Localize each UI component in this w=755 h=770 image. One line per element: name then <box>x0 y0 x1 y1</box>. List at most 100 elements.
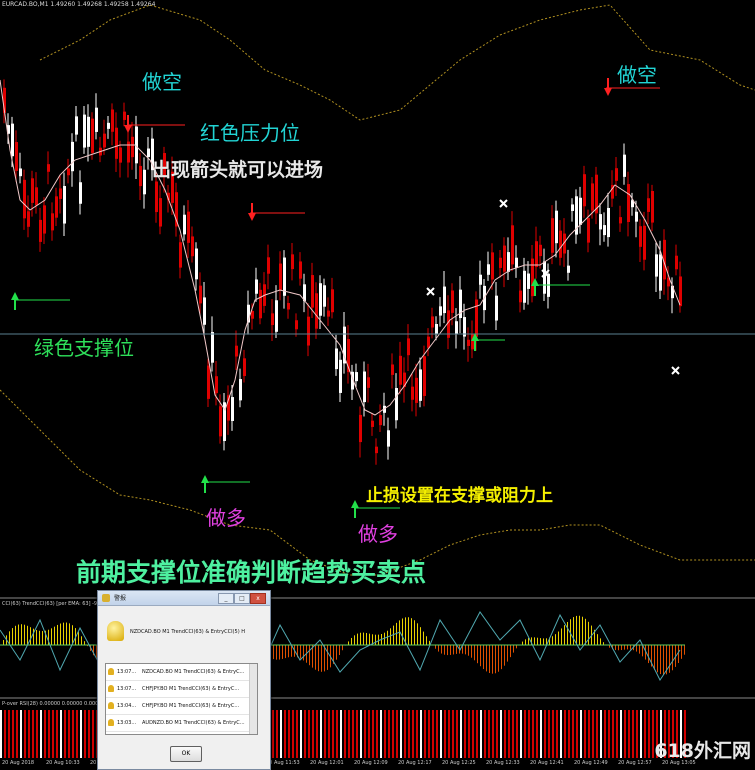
cci-bar <box>558 631 559 645</box>
candle <box>79 182 82 204</box>
candle <box>387 430 390 447</box>
cci-bar <box>84 641 85 645</box>
alert-dialog[interactable]: 警报 _ □ x NZDCAD.BO M1 TrendCCI(63) & Ent… <box>97 590 271 770</box>
cci-bar <box>315 645 316 670</box>
candle <box>619 217 622 224</box>
rsi-bar <box>92 710 94 758</box>
maximize-button[interactable]: □ <box>234 593 250 604</box>
x-axis-tick-label: 20 Aug 12:41 <box>530 760 564 766</box>
cci-bar <box>18 624 19 645</box>
candle <box>267 257 270 274</box>
rsi-bar <box>316 710 318 758</box>
candle <box>551 218 554 253</box>
rsi-bar <box>420 710 422 758</box>
rsi-bar <box>276 710 278 758</box>
cci-bar <box>501 645 502 670</box>
rsi-bar <box>472 710 474 758</box>
cci-bar <box>663 645 664 675</box>
rsi-bar <box>532 710 534 758</box>
cci-bar <box>555 634 556 645</box>
candle <box>199 285 202 304</box>
rsi-bar <box>272 710 274 758</box>
candle <box>659 254 662 291</box>
cci-bar <box>360 632 361 645</box>
rsi-bar <box>432 710 434 758</box>
candle <box>155 181 158 213</box>
cci-bar <box>81 636 82 645</box>
rsi-bar <box>424 710 426 758</box>
cci-bar <box>483 645 484 670</box>
rsi-bar <box>364 710 366 758</box>
cci-bar <box>441 645 442 654</box>
cci-bar <box>54 626 55 645</box>
cci-bar <box>522 641 523 645</box>
rsi-bar <box>32 710 34 758</box>
candle <box>287 303 290 310</box>
candle <box>239 379 242 401</box>
rsi-bar <box>304 710 306 758</box>
cci-bar <box>498 645 499 672</box>
rsi-bar <box>56 710 58 758</box>
list-item[interactable]: 13:07... NZDCAD.BO M1 TrendCCI(63) & Entr… <box>106 664 257 681</box>
close-button[interactable]: x <box>250 593 266 604</box>
bell-icon <box>108 702 114 709</box>
minimize-button[interactable]: _ <box>218 593 234 604</box>
cci-bar <box>684 645 685 655</box>
bell-icon <box>108 685 114 692</box>
cci-bar <box>348 641 349 645</box>
bell-icon <box>107 621 124 641</box>
cci-bar <box>567 621 568 645</box>
cci-bar <box>387 630 388 645</box>
cci-bar <box>51 628 52 645</box>
list-item[interactable]: 13:03... AUDNZD.BO M1 TrendCCI(63) & Entr… <box>106 715 257 732</box>
candle <box>451 290 454 313</box>
rsi-bar <box>568 710 570 758</box>
list-item[interactable]: 13:07... CHFJPY.BO M1 TrendCCI(63) & Entr… <box>106 681 257 698</box>
rsi-bar <box>524 710 526 758</box>
x-axis-tick-label: 20 Aug 2018 <box>2 760 35 766</box>
rsi-bar <box>344 710 346 758</box>
cci-bar <box>579 615 580 645</box>
cci-bar <box>627 645 628 650</box>
rsi-bar <box>572 710 574 758</box>
cci-bar <box>69 623 70 645</box>
rsi-bar <box>292 710 294 758</box>
bell-icon <box>108 668 114 675</box>
candle <box>651 191 654 223</box>
rsi-bar <box>312 710 314 758</box>
cci-bar <box>411 618 412 645</box>
list-item[interactable]: 13:04... CHFJPY.BO M1 TrendCCI(63) & Entr… <box>106 698 257 715</box>
rsi-bar <box>416 710 418 758</box>
candle <box>307 316 310 346</box>
candle <box>675 255 678 270</box>
x-axis-tick-label: 20 Aug 12:57 <box>618 760 652 766</box>
ok-button[interactable]: OK <box>170 746 202 762</box>
candle <box>571 204 574 211</box>
dialog-titlebar[interactable]: 警报 _ □ x <box>98 591 270 606</box>
scrollbar[interactable] <box>249 664 257 734</box>
candle <box>335 348 338 370</box>
candle <box>623 154 626 177</box>
candle <box>475 299 478 337</box>
candle <box>535 241 538 267</box>
candle <box>679 276 682 307</box>
rsi-bar <box>484 710 486 758</box>
candle <box>491 252 494 280</box>
rsi-bar <box>600 710 602 758</box>
alert-list[interactable]: 13:07... NZDCAD.BO M1 TrendCCI(63) & Entr… <box>105 663 258 735</box>
candle <box>111 109 114 132</box>
cci-bar <box>309 645 310 666</box>
candle <box>331 289 334 313</box>
candle <box>83 114 86 148</box>
candle <box>511 225 514 265</box>
candle <box>499 257 502 268</box>
rsi-bar <box>564 710 566 758</box>
rsi-bar <box>88 710 90 758</box>
rsi-bar <box>360 710 362 758</box>
candle <box>299 261 302 279</box>
cci-bar <box>288 645 289 658</box>
cci-bar <box>681 645 682 659</box>
rsi-bar <box>644 710 646 758</box>
cci-bar <box>423 631 424 645</box>
cci-bar <box>342 645 343 651</box>
